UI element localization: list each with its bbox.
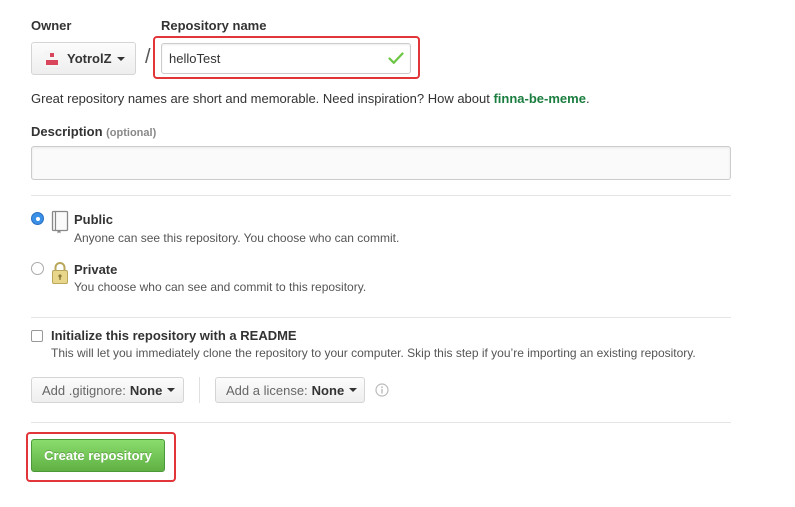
hint-suffix: . xyxy=(585,91,590,106)
check-icon xyxy=(388,52,404,64)
gitignore-value: None xyxy=(129,382,163,398)
license-label: Add a license: xyxy=(226,382,308,398)
info-icon[interactable] xyxy=(375,383,389,397)
owner-dropdown[interactable]: YotrolZ xyxy=(31,42,136,75)
divider xyxy=(31,422,731,423)
owner-name: YotrolZ xyxy=(67,51,112,66)
owner-repo-separator: / xyxy=(145,46,151,68)
hint-text: Great repository names are short and mem… xyxy=(31,91,494,106)
gitignore-label: Add .gitignore: xyxy=(42,382,126,398)
init-readme-description: This will let you immediately clone the … xyxy=(51,346,696,360)
description-label-text: Description xyxy=(31,124,103,139)
repository-name-label: Repository name xyxy=(161,18,267,33)
vertical-divider xyxy=(199,377,200,403)
caret-down-icon xyxy=(349,388,358,392)
divider xyxy=(31,317,731,318)
private-description: You choose who can see and commit to thi… xyxy=(74,280,367,294)
optional-tag: (optional) xyxy=(106,127,157,139)
init-readme-label: Initialize this repository with a README xyxy=(51,328,297,343)
license-value: None xyxy=(311,382,345,398)
public-radio[interactable] xyxy=(31,212,44,225)
book-icon xyxy=(51,210,69,234)
caret-down-icon xyxy=(167,388,176,392)
caret-down-icon xyxy=(116,56,125,61)
description-label: Description (optional) xyxy=(31,124,156,139)
divider xyxy=(31,195,731,196)
public-description: Anyone can see this repository. You choo… xyxy=(74,231,400,245)
init-readme-checkbox[interactable] xyxy=(31,330,43,342)
gitignore-dropdown[interactable]: Add .gitignore: None xyxy=(31,377,184,403)
private-radio[interactable] xyxy=(31,262,44,275)
name-suggestion-link[interactable]: finna-be-meme xyxy=(493,91,585,106)
public-title: Public xyxy=(74,212,114,227)
description-input[interactable] xyxy=(31,146,731,180)
repository-name-hint: Great repository names are short and mem… xyxy=(31,91,590,106)
lock-icon xyxy=(52,262,68,284)
private-title: Private xyxy=(74,262,118,277)
repository-name-input[interactable] xyxy=(161,43,411,74)
license-dropdown[interactable]: Add a license: None xyxy=(215,377,365,403)
create-repository-button[interactable]: Create repository xyxy=(31,439,165,472)
owner-label: Owner xyxy=(31,18,72,33)
owner-avatar xyxy=(44,50,60,67)
